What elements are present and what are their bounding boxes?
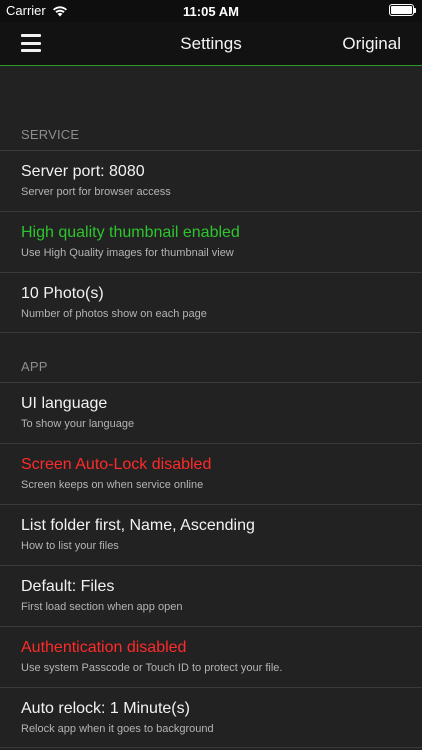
- status-bar: Carrier 11:05 AM: [0, 0, 422, 22]
- section-header-service: SERVICE: [0, 67, 422, 150]
- setting-subtitle: To show your language: [21, 418, 135, 430]
- setting-subtitle: First load section when app open: [21, 601, 183, 613]
- setting-server-port[interactable]: Server port: 8080 Server port for browse…: [0, 150, 422, 211]
- setting-subtitle: Screen keeps on when service online: [21, 479, 204, 491]
- battery-icon: [389, 4, 416, 16]
- setting-title: Authentication disabled: [21, 639, 187, 656]
- setting-title: 10 Photo(s): [21, 285, 104, 302]
- navigation-bar: Settings Original: [0, 22, 422, 66]
- setting-title: Auto relock: 1 Minute(s): [21, 700, 190, 717]
- section-label: APP: [21, 359, 48, 374]
- original-button[interactable]: Original: [342, 34, 401, 54]
- status-time: 11:05 AM: [183, 4, 239, 19]
- settings-screen: Carrier 11:05 AM Settings Original SERVI…: [0, 0, 422, 750]
- setting-auto-relock[interactable]: Auto relock: 1 Minute(s) Relock app when…: [0, 687, 422, 748]
- setting-subtitle: Use High Quality images for thumbnail vi…: [21, 247, 234, 259]
- setting-title: Server port: 8080: [21, 163, 145, 180]
- setting-title: List folder first, Name, Ascending: [21, 517, 255, 534]
- setting-ui-language[interactable]: UI language To show your language: [0, 382, 422, 443]
- setting-title: Default: Files: [21, 578, 115, 595]
- section-header-app: APP: [0, 333, 422, 382]
- setting-subtitle: Server port for browser access: [21, 186, 171, 198]
- setting-high-quality-thumbnail[interactable]: High quality thumbnail enabled Use High …: [0, 211, 422, 272]
- setting-title: Screen Auto-Lock disabled: [21, 456, 212, 473]
- setting-default-section[interactable]: Default: Files First load section when a…: [0, 565, 422, 626]
- status-right: [389, 4, 416, 16]
- setting-subtitle: Number of photos show on each page: [21, 308, 207, 320]
- section-label: SERVICE: [21, 127, 80, 142]
- setting-subtitle: How to list your files: [21, 540, 119, 552]
- setting-subtitle: Relock app when it goes to background: [21, 723, 214, 735]
- setting-list-order[interactable]: List folder first, Name, Ascending How t…: [0, 504, 422, 565]
- setting-authentication[interactable]: Authentication disabled Use system Passc…: [0, 626, 422, 687]
- setting-title: UI language: [21, 395, 108, 412]
- setting-title: High quality thumbnail enabled: [21, 224, 240, 241]
- setting-subtitle: Use system Passcode or Touch ID to prote…: [21, 662, 283, 674]
- setting-photos-per-page[interactable]: 10 Photo(s) Number of photos show on eac…: [0, 272, 422, 333]
- settings-list: SERVICE Server port: 8080 Server port fo…: [0, 67, 422, 748]
- setting-screen-auto-lock[interactable]: Screen Auto-Lock disabled Screen keeps o…: [0, 443, 422, 504]
